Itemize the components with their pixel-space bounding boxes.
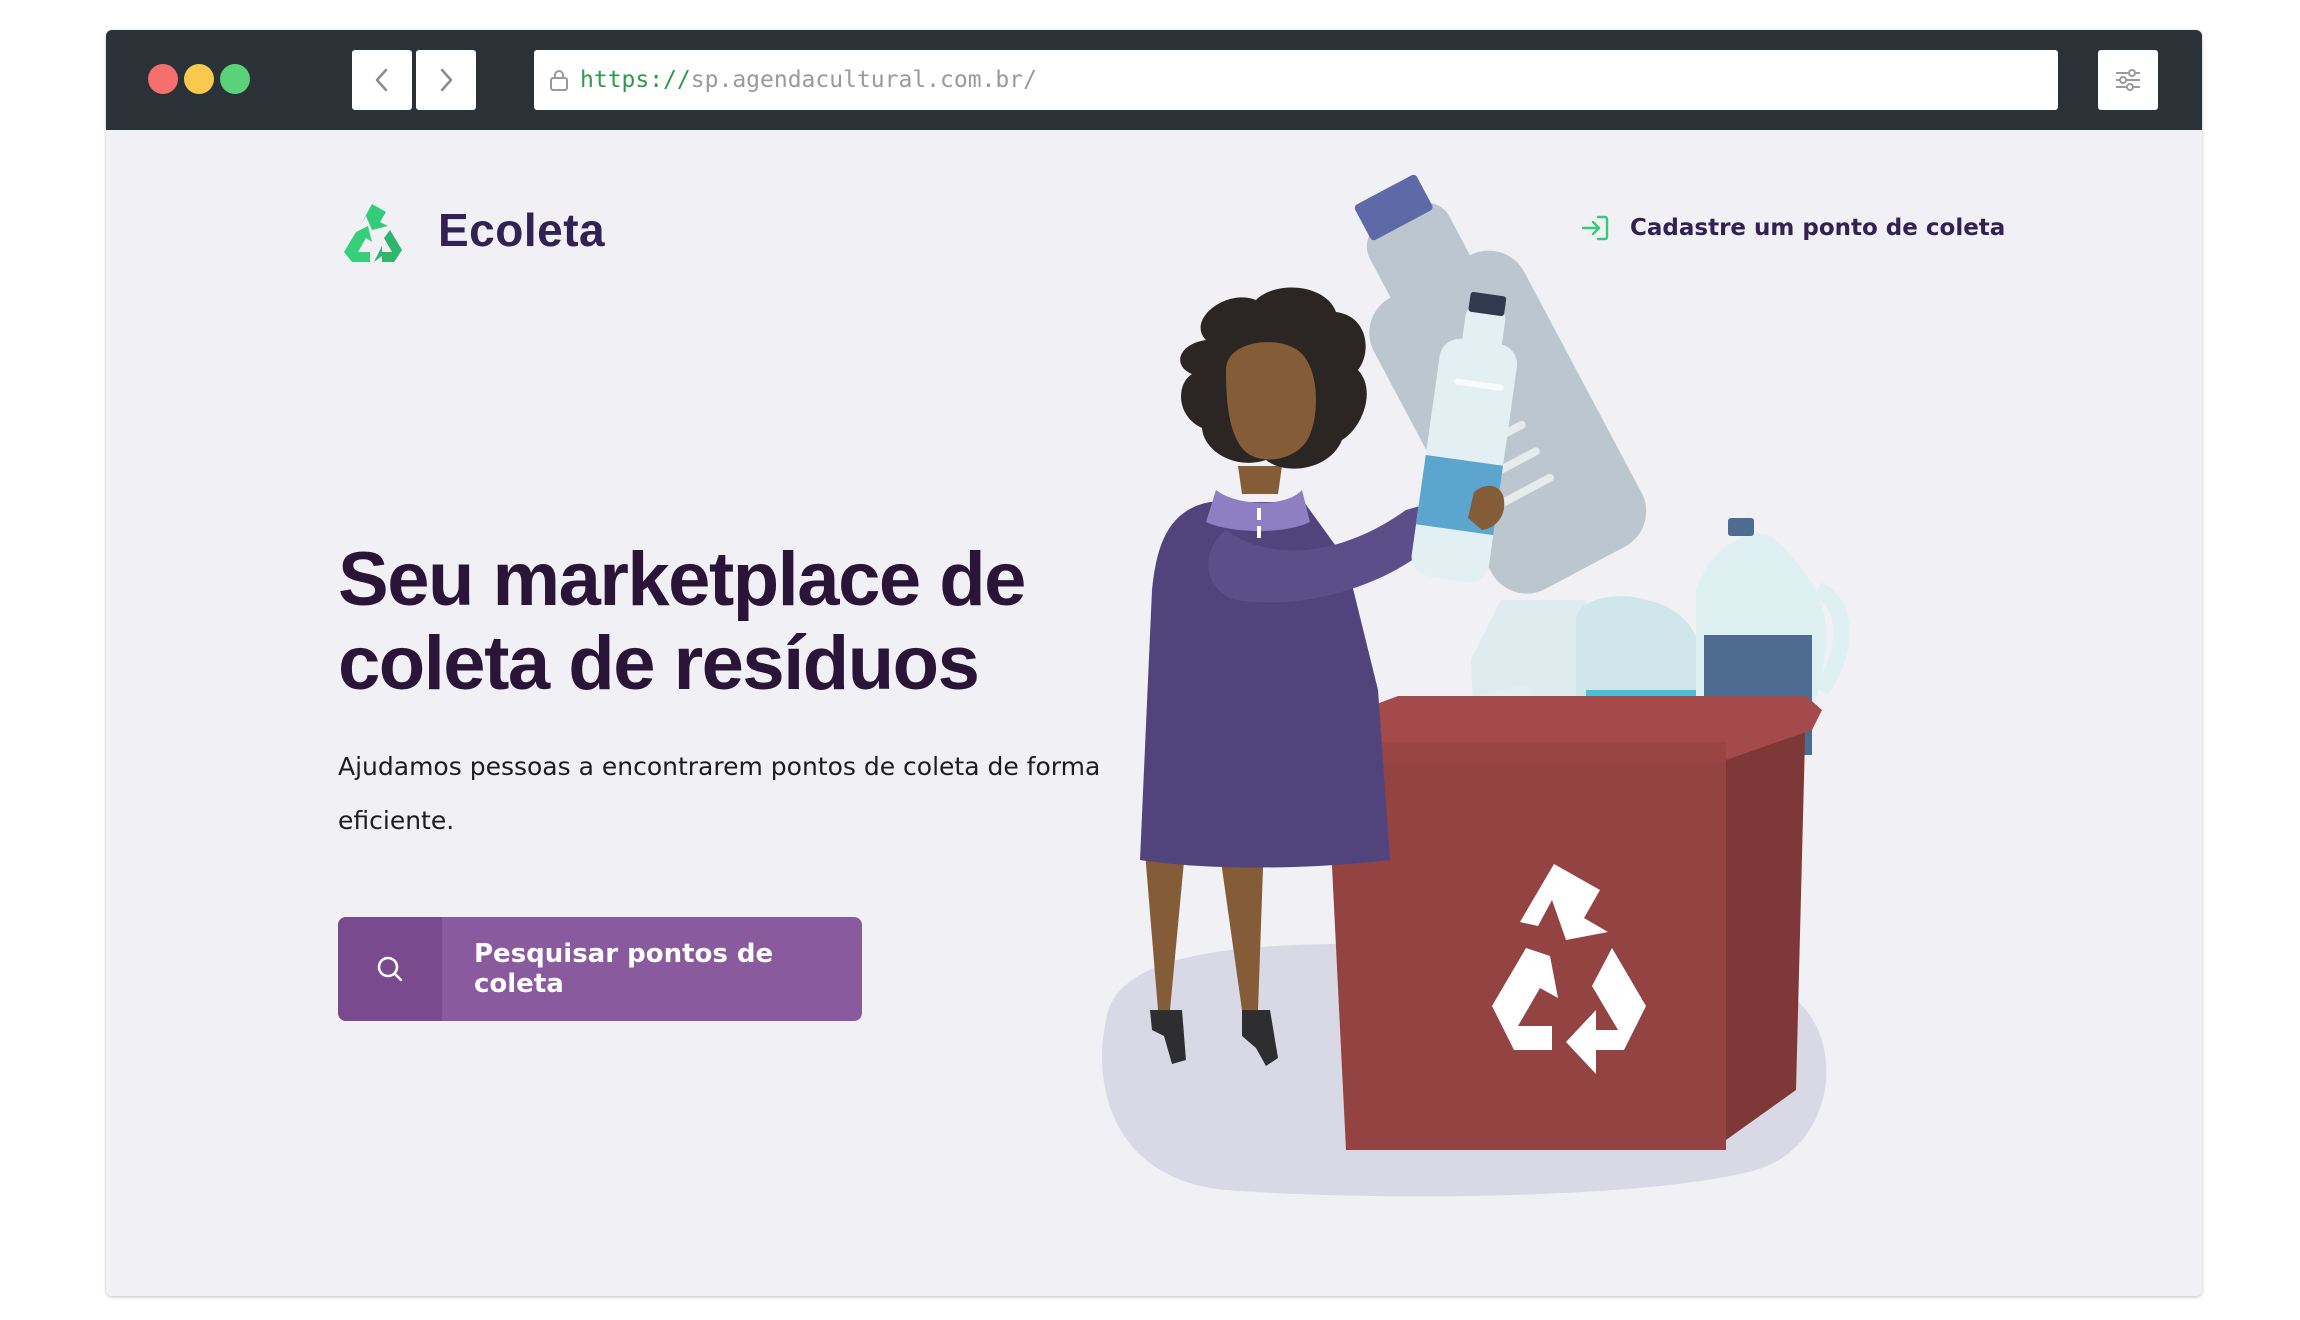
register-link-label: Cadastre um ponto de coleta [1630,215,2006,241]
maximize-window-button[interactable] [220,64,250,94]
search-collection-points-button[interactable]: Pesquisar pontos de coleta [338,917,862,1021]
chevron-left-icon [375,68,388,92]
search-icon-box [338,917,442,1021]
recycling-illustration [1102,174,1850,1197]
sliders-icon [2116,69,2140,91]
logo[interactable]: Ecoleta [338,196,605,264]
search-button-label: Pesquisar pontos de coleta [474,939,774,999]
settings-button[interactable] [2098,50,2158,110]
log-in-icon [1580,214,1610,242]
address-bar[interactable]: https:// sp.agendacultural.com.br/ [534,50,2058,110]
back-button[interactable] [352,50,412,110]
hero-subtitle: Ajudamos pessoas a encontrarem pontos de… [338,740,1198,848]
hero-title-line-2: coleta de resíduos [338,621,980,706]
chevron-right-icon [440,68,453,92]
page-content: Ecoleta Cadastre um ponto de coleta Seu … [106,130,2202,1296]
search-icon [377,956,403,982]
hero-title-line-1: Seu marketplace de [338,537,1026,622]
url-host: sp.agendacultural.com.br/ [690,67,1037,93]
minimize-window-button[interactable] [184,64,214,94]
lock-icon [548,68,570,92]
browser-toolbar: https:// sp.agendacultural.com.br/ [106,30,2202,130]
logo-text: Ecoleta [438,204,606,256]
close-window-button[interactable] [148,64,178,94]
url-scheme: https:// [580,67,691,93]
browser-window: https:// sp.agendacultural.com.br/ Ecole… [106,30,2202,1296]
hero-subtitle-line-1: Ajudamos pessoas a encontrarem pontos de… [338,752,1101,781]
hero-title: Seu marketplace de coleta de resíduos [338,538,1098,706]
recycle-logo-icon [344,204,402,262]
recycling-bin [1311,696,1822,1150]
hero-subtitle-line-2: eficiente. [338,806,455,835]
register-collection-point-link[interactable]: Cadastre um ponto de coleta [1580,214,2005,242]
forward-button[interactable] [416,50,476,110]
